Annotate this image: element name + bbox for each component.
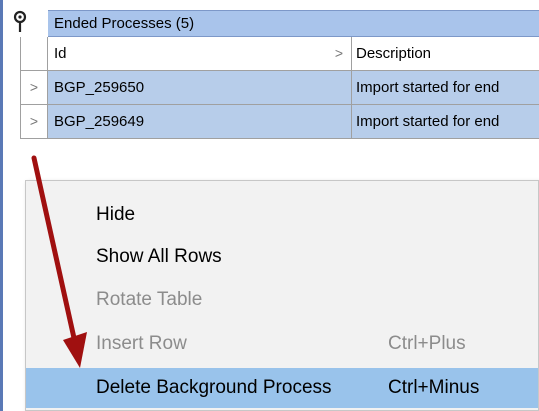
cell-id[interactable]: BGP_259650 — [48, 71, 352, 104]
window-border — [0, 0, 3, 411]
header-expander-cell — [20, 37, 48, 70]
chevron-right-icon[interactable]: > — [20, 71, 48, 104]
pin-icon[interactable] — [10, 10, 30, 34]
chevron-right-icon[interactable]: > — [335, 37, 343, 70]
menu-item-rotate-table[interactable]: Rotate Table — [26, 280, 538, 320]
cell-description[interactable]: Import started for end — [352, 71, 539, 104]
shortcut-insert-row: Ctrl+Plus — [388, 333, 466, 354]
menu-item-show-all-rows[interactable]: Show All Rows — [26, 237, 538, 277]
group-title: Ended Processes (5) — [54, 15, 195, 32]
table-row[interactable]: > BGP_259650 Import started for end — [20, 71, 539, 105]
cell-description[interactable]: Import started for end — [352, 105, 539, 138]
group-header[interactable]: Ended Processes (5) — [48, 10, 539, 37]
column-header-row: Id > Description — [20, 37, 539, 71]
menu-item-hide[interactable]: Hide — [26, 195, 538, 235]
shortcut-delete-background-process: Ctrl+Minus — [388, 377, 480, 398]
table-row[interactable]: > BGP_259649 Import started for end — [20, 105, 539, 139]
chevron-right-icon[interactable]: > — [20, 105, 48, 138]
cell-id[interactable]: BGP_259649 — [48, 105, 352, 138]
context-menu: Hide Show All Rows Rotate Table Insert R… — [25, 180, 539, 411]
column-header-description[interactable]: Description — [352, 37, 539, 70]
column-header-id[interactable]: Id > — [48, 37, 352, 70]
process-grid: Id > Description > BGP_259650 Import sta… — [20, 37, 539, 139]
menu-item-delete-background-process[interactable]: Delete Background Process Ctrl+Minus — [26, 368, 538, 408]
menu-item-insert-row[interactable]: Insert Row Ctrl+Plus — [26, 324, 538, 364]
